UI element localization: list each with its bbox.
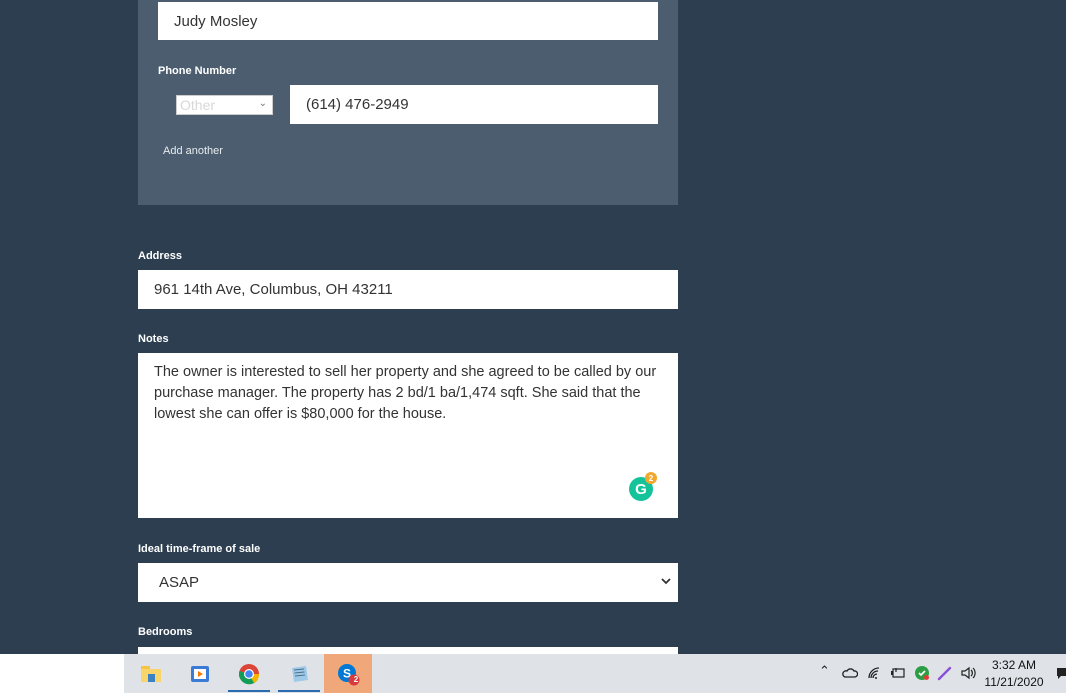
pen-icon[interactable] bbox=[937, 665, 953, 681]
taskbar-media-player[interactable] bbox=[175, 654, 225, 693]
wifi-icon[interactable] bbox=[868, 667, 882, 679]
taskbar-file-explorer[interactable] bbox=[126, 654, 176, 693]
address-label: Address bbox=[138, 250, 183, 262]
timeframe-value: ASAP bbox=[159, 574, 200, 591]
phone-number-field[interactable]: (614) 476-2949 bbox=[290, 85, 658, 124]
phone-number-label: Phone Number bbox=[158, 65, 237, 77]
notes-label: Notes bbox=[138, 333, 169, 345]
chrome-icon bbox=[239, 663, 260, 684]
security-icon[interactable] bbox=[914, 665, 930, 681]
file-explorer-icon bbox=[141, 665, 161, 682]
notes-textarea[interactable]: The owner is interested to sell her prop… bbox=[138, 353, 678, 518]
contact-name-field[interactable]: Judy Mosley bbox=[158, 2, 658, 40]
address-field[interactable]: 961 14th Ave, Columbus, OH 43211 bbox=[138, 270, 678, 309]
phone-type-select[interactable]: Other ⌄ bbox=[176, 95, 273, 115]
taskbar-chrome[interactable] bbox=[224, 654, 274, 693]
onedrive-icon[interactable] bbox=[842, 667, 858, 679]
tray-chevron-up-icon[interactable]: ⌃ bbox=[819, 663, 830, 679]
clock-date: 11/21/2020 bbox=[984, 675, 1044, 689]
taskbar-notepad[interactable] bbox=[274, 654, 324, 693]
taskbar: S 2 ⌃ 3:32 AM 11/21/2020 bbox=[0, 654, 1066, 693]
active-indicator bbox=[278, 690, 320, 692]
clock-time: 3:32 AM bbox=[991, 658, 1037, 672]
media-player-icon bbox=[191, 665, 209, 682]
timeframe-select[interactable]: ASAP bbox=[138, 563, 678, 602]
phone-type-value: Other bbox=[180, 97, 216, 113]
timeframe-label: Ideal time-frame of sale bbox=[138, 543, 261, 555]
grammarly-count-badge: 2 bbox=[645, 472, 657, 484]
battery-icon[interactable] bbox=[890, 667, 906, 679]
active-indicator bbox=[228, 690, 270, 692]
taskbar-search-area[interactable] bbox=[0, 654, 124, 693]
bedrooms-label: Bedrooms bbox=[138, 626, 193, 638]
skype-badge: 2 bbox=[353, 675, 359, 684]
add-another-link[interactable]: Add another bbox=[163, 145, 223, 157]
chevron-down-icon: ⌄ bbox=[258, 98, 267, 109]
notification-icon[interactable] bbox=[1056, 667, 1066, 681]
taskbar-skype[interactable]: S 2 bbox=[324, 654, 372, 693]
notepad-icon bbox=[292, 665, 308, 682]
volume-icon[interactable] bbox=[960, 666, 978, 680]
taskbar-clock[interactable]: 3:32 AM 11/21/2020 bbox=[980, 657, 1048, 691]
chevron-down-icon bbox=[661, 578, 671, 585]
